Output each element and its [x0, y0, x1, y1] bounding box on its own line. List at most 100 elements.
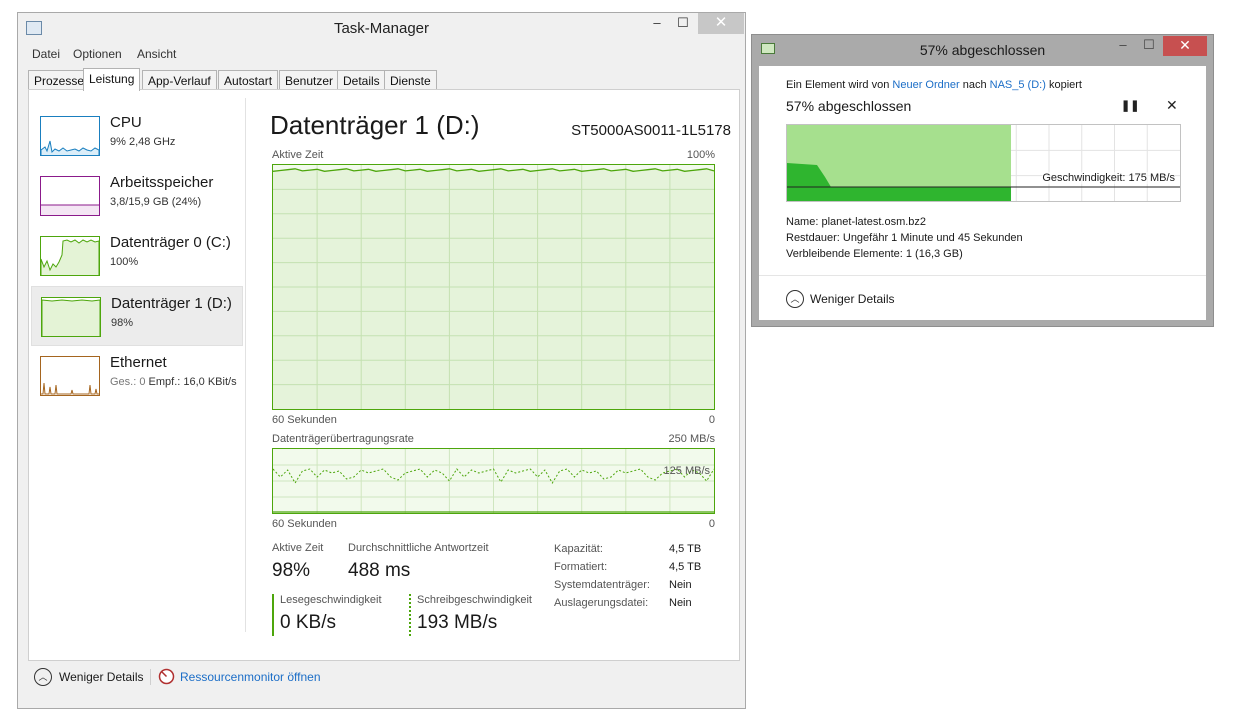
remaining-time-label: Restdauer: — [786, 232, 840, 244]
copy-fewer-details-button[interactable]: Weniger Details — [810, 292, 894, 306]
copy-close-button[interactable]: ✕ — [1163, 36, 1207, 56]
sidebar-value: 9% 2,48 GHz — [110, 136, 176, 148]
copy-minimize-button[interactable]: – — [1110, 35, 1136, 56]
tab-autostart[interactable]: Autostart — [218, 70, 279, 90]
speed-label: Geschwindigkeit: 175 MB/s — [1042, 172, 1175, 184]
remaining-items-row: Verbleibende Elemente: 1 (16,3 GB) — [786, 248, 963, 260]
footer-divider — [150, 669, 151, 685]
tab-details[interactable]: Details — [337, 70, 386, 90]
file-name-value: planet-latest.osm.bz2 — [821, 216, 927, 228]
copy-divider — [759, 275, 1206, 276]
menu-ansicht[interactable]: Ansicht — [137, 47, 176, 61]
tab-app-verlauf[interactable]: App-Verlauf — [142, 70, 217, 90]
write-speed-marker — [409, 594, 411, 636]
sidebar-item-disk0[interactable]: Datenträger 0 (C:) 100% — [31, 226, 243, 286]
pagefile-value: Nein — [669, 597, 692, 609]
progress-text: 57% abgeschlossen — [786, 98, 912, 114]
graph2-max: 250 MB/s — [668, 433, 715, 445]
active-time-label: Aktive Zeit — [272, 542, 324, 554]
tab-leistung[interactable]: Leistung — [83, 68, 141, 91]
sidebar-value: 100% — [110, 256, 139, 268]
remaining-time-value: Ungefähr 1 Minute und 45 Sekunden — [842, 232, 1023, 244]
disk1-thumbnail-graph — [41, 297, 101, 337]
sidebar-value: 98% — [111, 317, 134, 329]
read-speed-label: Lesegeschwindigkeit — [280, 594, 382, 606]
write-speed-label: Schreibgeschwindigkeit — [417, 594, 532, 606]
copy-description: Ein Element wird von Neuer Ordner nach N… — [786, 79, 1082, 91]
sidebar-item-cpu[interactable]: CPU 9% 2,48 GHz — [31, 106, 243, 166]
sidebar-label: CPU — [110, 114, 142, 131]
tab-prozesse[interactable]: Prozesse — [28, 70, 91, 90]
close-icon[interactable]: ✕ — [1166, 97, 1178, 114]
disk-model: ST5000AS0011-1L5178 — [571, 122, 731, 139]
close-button[interactable]: ✕ — [698, 13, 744, 34]
sidebar-label: Datenträger 1 (D:) — [111, 295, 232, 312]
graph1-label: Aktive Zeit — [272, 149, 324, 161]
window-title: Task-Manager — [333, 20, 430, 37]
task-manager-titlebar[interactable]: Task-Manager – ☐ ✕ — [18, 13, 745, 43]
resource-monitor-icon — [158, 668, 175, 685]
read-speed-marker — [272, 594, 274, 636]
copy-dialog-titlebar[interactable]: 57% abgeschlossen – ☐ ✕ — [752, 35, 1213, 65]
graph1-max: 100% — [686, 149, 715, 161]
ethernet-receive: Empf.: 16,0 KBit/s — [148, 376, 237, 388]
chevron-up-icon[interactable]: ︿ — [786, 290, 804, 308]
destination-folder-link[interactable]: NAS_5 (D:) — [990, 79, 1046, 91]
graph2-mid-label: 125 MB/s — [663, 465, 710, 477]
minimize-button[interactable]: – — [644, 13, 670, 34]
capacity-value: 4,5 TB — [669, 543, 702, 555]
file-name-label: Name: — [786, 216, 819, 228]
capacity-label: Kapazität: — [554, 543, 603, 555]
write-speed-value: 193 MB/s — [417, 612, 498, 633]
copy-dialog-window: 57% abgeschlossen – ☐ ✕ Ein Element wird… — [751, 34, 1214, 327]
graph1-min: 0 — [708, 414, 715, 426]
sidebar-item-memory[interactable]: Arbeitsspeicher 3,8/15,9 GB (24%) — [31, 166, 243, 226]
pause-icon[interactable]: ❚❚ — [1121, 99, 1139, 112]
response-time-label: Durchschnittliche Antwortzeit — [348, 542, 489, 554]
copy-maximize-button[interactable]: ☐ — [1136, 35, 1162, 56]
copy-desc-mid: nach — [962, 79, 987, 91]
active-time-graph — [272, 164, 715, 410]
sidebar-label: Ethernet — [110, 354, 167, 371]
sidebar-divider — [245, 98, 246, 632]
formatted-label: Formatiert: — [554, 561, 608, 573]
sidebar-value: Ges.: 0 Empf.: 16,0 KBit/s — [110, 376, 237, 388]
performance-panel: CPU 9% 2,48 GHz Arbeitsspeicher 3,8/15,9… — [28, 89, 740, 661]
read-speed-value: 0 KB/s — [280, 612, 336, 633]
graph2-label: Datenträgerübertragungsrate — [272, 433, 414, 445]
menu-datei[interactable]: Datei — [32, 47, 60, 61]
copy-desc-prefix: Ein Element wird von — [786, 79, 890, 91]
sidebar-value: 3,8/15,9 GB (24%) — [110, 196, 202, 208]
graph1-time-label: 60 Sekunden — [272, 414, 337, 426]
menu-optionen[interactable]: Optionen — [73, 47, 122, 61]
graph2-time-label: 60 Sekunden — [272, 518, 337, 530]
ethernet-thumbnail-graph — [40, 356, 100, 396]
disk0-thumbnail-graph — [40, 236, 100, 276]
panel-title: Datenträger 1 (D:) — [270, 110, 480, 140]
task-manager-window: Task-Manager – ☐ ✕ Datei Optionen Ansich… — [17, 12, 746, 709]
sidebar-item-ethernet[interactable]: Ethernet Ges.: 0 Empf.: 16,0 KBit/s — [31, 346, 243, 406]
sidebar-label: Datenträger 0 (C:) — [110, 234, 231, 251]
remaining-time-row: Restdauer: Ungefähr 1 Minute und 45 Seku… — [786, 232, 1023, 244]
file-name-row: Name: planet-latest.osm.bz2 — [786, 216, 926, 228]
graph2-min: 0 — [708, 518, 715, 530]
active-time-area — [273, 168, 714, 409]
tab-dienste[interactable]: Dienste — [384, 70, 437, 90]
sidebar-item-disk1[interactable]: Datenträger 1 (D:) 98% — [31, 286, 243, 346]
formatted-value: 4,5 TB — [669, 561, 702, 573]
system-disk-value: Nein — [669, 579, 692, 591]
chevron-up-icon[interactable]: ︿ — [34, 668, 52, 686]
maximize-button[interactable]: ☐ — [670, 13, 696, 34]
sidebar-label: Arbeitsspeicher — [110, 174, 214, 191]
tab-benutzer[interactable]: Benutzer — [279, 70, 340, 90]
copy-dialog-body: Ein Element wird von Neuer Ordner nach N… — [759, 66, 1206, 320]
footer: ︿ Weniger Details Ressourcenmonitor öffn… — [18, 665, 745, 705]
fewer-details-button[interactable]: Weniger Details — [59, 670, 143, 684]
response-time-value: 488 ms — [348, 560, 411, 581]
ethernet-send: Ges.: 0 — [110, 376, 146, 388]
resource-monitor-link[interactable]: Ressourcenmonitor öffnen — [180, 670, 321, 684]
source-folder-link[interactable]: Neuer Ordner — [892, 79, 959, 91]
system-disk-label: Systemdatenträger: — [554, 579, 650, 591]
pagefile-label: Auslagerungsdatei: — [554, 597, 649, 609]
remaining-items-value: 1 (16,3 GB) — [905, 248, 963, 260]
